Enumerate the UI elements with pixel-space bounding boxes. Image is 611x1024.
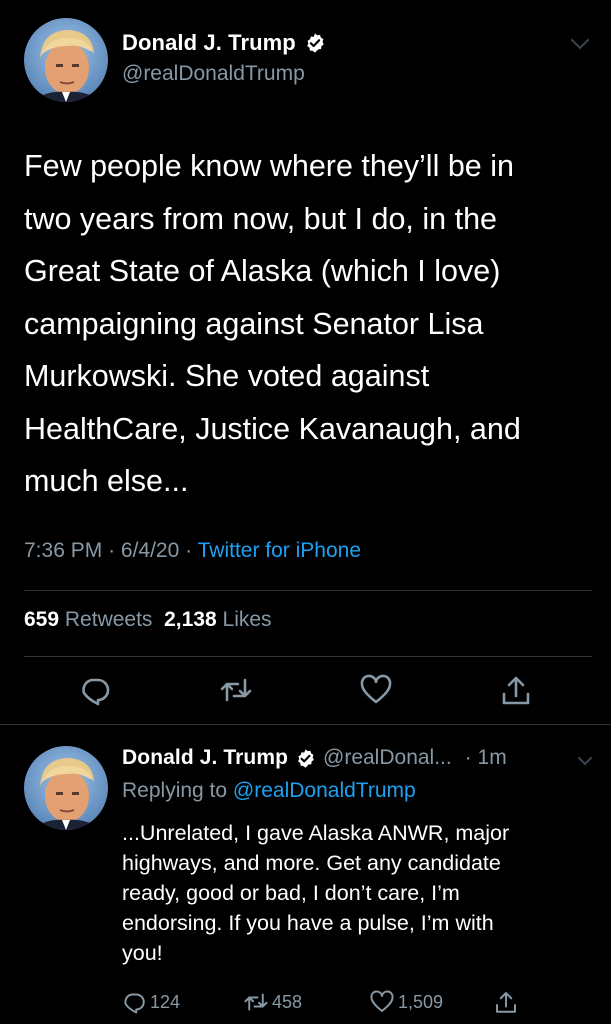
retweets-count: 659	[24, 608, 60, 631]
tweet-source-link[interactable]: Twitter for iPhone	[198, 539, 361, 562]
author-name[interactable]: Donald J. Trump	[122, 30, 296, 56]
like-button[interactable]: 1,509	[370, 990, 443, 1014]
share-icon[interactable]	[500, 674, 532, 706]
replying-to: Replying to @realDonaldTrump	[122, 779, 416, 803]
chevron-down-icon[interactable]	[576, 754, 594, 766]
author-name[interactable]: Donald J. Trump	[122, 746, 288, 770]
replying-prefix: Replying to	[122, 779, 228, 802]
reply-icon	[122, 990, 146, 1014]
like-count: 1,509	[398, 991, 444, 1012]
tweet-actions	[0, 674, 611, 710]
meta-separator: ·	[108, 539, 116, 562]
replying-to-link[interactable]: @realDonaldTrump	[233, 779, 416, 802]
verified-badge-icon	[295, 748, 316, 769]
divider	[24, 656, 592, 657]
avatar[interactable]	[24, 18, 108, 102]
meta-separator: ·	[185, 539, 193, 562]
author-handle[interactable]: @realDonaldTrump	[122, 62, 305, 86]
reply-author-row: Donald J. Trump @realDonal... · 1m	[122, 746, 507, 770]
divider	[24, 590, 592, 591]
verified-badge-icon	[304, 32, 326, 54]
author-row: Donald J. Trump	[122, 30, 326, 56]
reply-icon[interactable]	[79, 674, 111, 706]
retweets-label: Retweets	[64, 608, 153, 631]
retweet-icon[interactable]	[220, 674, 252, 706]
heart-icon[interactable]	[360, 674, 392, 706]
tweet-time: 7:36 PM	[24, 539, 103, 562]
avatar[interactable]	[24, 746, 108, 830]
reply-button[interactable]: 124	[122, 990, 180, 1014]
retweet-button[interactable]: 458	[244, 990, 302, 1014]
tweet-date: 6/4/20	[120, 539, 180, 562]
retweets-stat[interactable]: 659 Retweets	[24, 608, 152, 631]
tweet-thread: Donald J. Trump @realDonaldTrump Few peo…	[0, 0, 611, 1024]
tweet-time: · 1m	[464, 746, 507, 769]
reply-count: 124	[150, 991, 181, 1012]
reply-tweet-text: ...Unrelated, I gave Alaska ANWR, major …	[122, 821, 510, 965]
reply-actions: 124 458 1,509	[122, 990, 602, 1016]
heart-icon	[370, 990, 394, 1014]
share-icon	[494, 990, 518, 1014]
likes-stat[interactable]: 2,138 Likes	[164, 608, 271, 631]
share-button[interactable]	[494, 990, 518, 1014]
likes-count: 2,138	[164, 608, 217, 631]
retweet-count: 458	[272, 991, 303, 1012]
divider	[0, 724, 611, 725]
tweet-stats: 659 Retweets 2,138 Likes	[24, 608, 272, 632]
tweet-text: Few people know where they’ll be in two …	[24, 149, 521, 498]
likes-label: Likes	[222, 608, 272, 631]
chevron-down-icon[interactable]	[568, 36, 592, 52]
retweet-icon	[244, 990, 268, 1014]
tweet-meta: 7:36 PM · 6/4/20 · Twitter for iPhone	[24, 539, 361, 563]
author-handle[interactable]: @realDonal...	[323, 746, 452, 770]
